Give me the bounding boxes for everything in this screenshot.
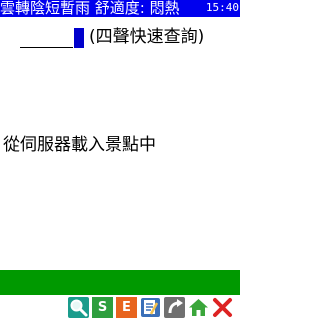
bottom-bar (0, 270, 240, 295)
home-icon (188, 297, 209, 318)
back-arrow-icon (164, 297, 185, 318)
quick-search-row: (四聲快速查詢) (20, 24, 204, 48)
loading-status: 從伺服器載入景點中 (3, 135, 156, 155)
letter-e-icon: E (122, 300, 131, 315)
document-edit-icon (140, 297, 161, 318)
back-button[interactable] (164, 297, 185, 318)
close-button[interactable] (212, 297, 233, 318)
letter-s-icon: S (97, 300, 108, 315)
text-cursor (74, 28, 84, 48)
weather-text: 雲轉陰短暫雨 舒適度: 悶熱 (0, 0, 180, 17)
clock: 15:40 (205, 1, 239, 14)
e-button[interactable]: E (116, 297, 137, 318)
search-input[interactable] (20, 27, 73, 48)
edit-button[interactable] (140, 297, 161, 318)
search-hint: (四聲快速查詢) (89, 27, 205, 47)
status-header: 雲轉陰短暫雨 舒適度: 悶熱 15:40 (0, 0, 240, 17)
close-x-icon (212, 297, 233, 318)
s-button[interactable]: S (92, 297, 113, 318)
magnifier-icon (68, 297, 89, 318)
search-button[interactable] (68, 297, 89, 318)
home-button[interactable] (188, 297, 209, 318)
toolbar: S E (0, 295, 240, 320)
